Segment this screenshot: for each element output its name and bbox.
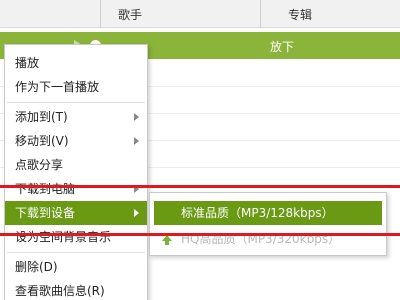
- submenu-arrow-icon: [134, 113, 139, 121]
- menu-item-song-info[interactable]: 查看歌曲信息(R): [5, 279, 147, 300]
- context-menu: 播放 作为下一首播放 添加到(T) 移动到(V) 点歌分享 下载到电脑 下载到设…: [4, 44, 148, 300]
- menu-item-label: 查看歌曲信息(R): [15, 284, 105, 298]
- menu-item-label: 移动到(V): [15, 134, 69, 148]
- menu-item-label: 播放: [15, 56, 40, 70]
- menu-item-label: 删除(D): [15, 260, 58, 274]
- menu-item-label: 作为下一首播放: [15, 80, 100, 94]
- submenu-item-standard-quality[interactable]: 标准品质（MP3/128kbps）: [154, 201, 382, 225]
- red-annotation-line-bottom: [0, 233, 400, 236]
- menu-item-move-to[interactable]: 移动到(V): [5, 129, 147, 153]
- menu-item-label: 下载到设备: [15, 206, 76, 220]
- menu-separator: [7, 252, 145, 253]
- menu-item-add-to[interactable]: 添加到(T): [5, 105, 147, 129]
- menu-item-download-to-pc[interactable]: 下载到电脑: [5, 177, 147, 201]
- menu-separator: [7, 102, 145, 103]
- song-cell-album: 放下: [270, 40, 295, 54]
- menu-item-play-next[interactable]: 作为下一首播放: [5, 75, 147, 99]
- red-annotation-line-top: [0, 185, 400, 188]
- column-header-album[interactable]: 专辑: [288, 6, 312, 23]
- submenu-item-label: 标准品质（MP3/128kbps）: [181, 206, 334, 220]
- menu-item-label: 点歌分享: [15, 158, 64, 172]
- submenu-arrow-icon: [134, 137, 139, 145]
- submenu-arrow-icon: [134, 209, 139, 217]
- menu-item-delete[interactable]: 删除(D): [5, 255, 147, 279]
- column-divider: [100, 0, 101, 28]
- menu-item-set-background-music[interactable]: 设为空间背景音乐: [5, 225, 147, 249]
- menu-item-download-to-device[interactable]: 下载到设备: [5, 201, 147, 225]
- menu-item-label: 添加到(T): [15, 110, 68, 124]
- submenu-item-hq-quality[interactable]: HQ高品质（MP3/320kbps）: [154, 227, 382, 251]
- column-divider: [260, 0, 261, 28]
- column-header-artist[interactable]: 歌手: [118, 6, 142, 23]
- song-list-header: 歌手 专辑: [0, 0, 400, 28]
- menu-item-share[interactable]: 点歌分享: [5, 153, 147, 177]
- menu-item-play[interactable]: 播放: [5, 51, 147, 75]
- download-quality-submenu: 标准品质（MP3/128kbps） HQ高品质（MP3/320kbps）: [149, 192, 387, 256]
